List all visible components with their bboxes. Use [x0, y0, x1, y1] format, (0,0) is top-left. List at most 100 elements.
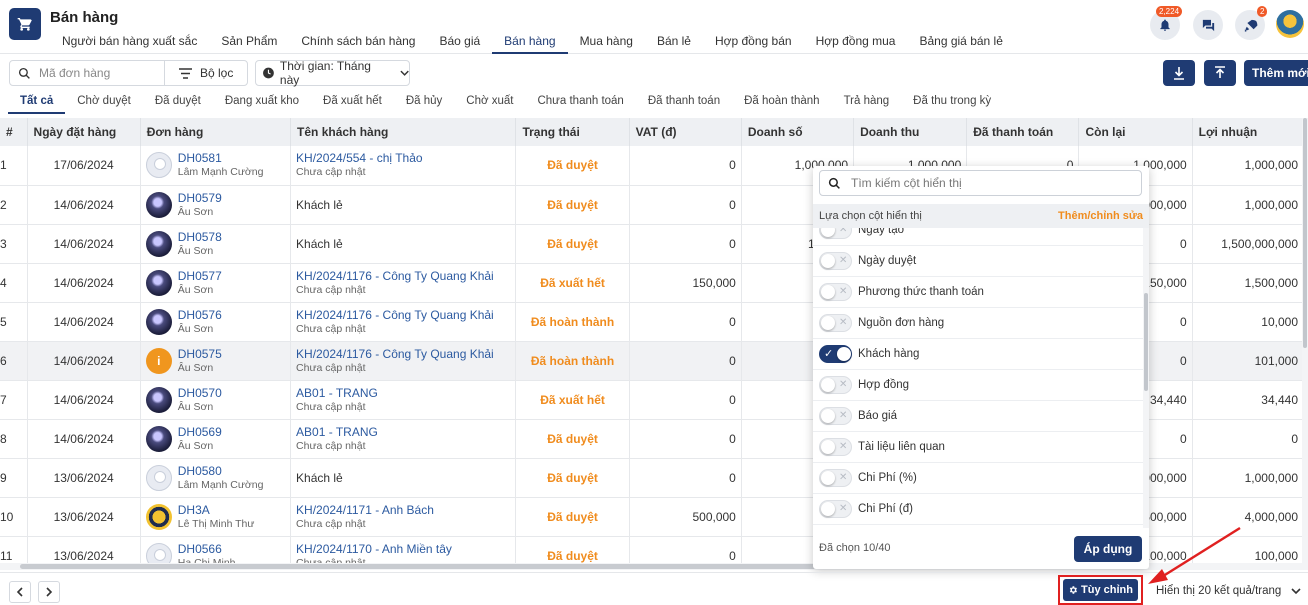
table-vertical-scrollbar[interactable] [1302, 118, 1308, 570]
row-index: 6 [0, 341, 28, 381]
download-button[interactable] [1163, 60, 1195, 86]
customer-name[interactable]: KH/2024/554 - chị Thảo [296, 151, 510, 165]
nav-item[interactable]: Hợp đồng bán [703, 30, 804, 54]
status-tab[interactable]: Đã hủy [394, 92, 454, 114]
column-header[interactable]: Trạng thái [515, 118, 630, 146]
avatar [145, 464, 172, 491]
status-tab[interactable]: Đã thanh toán [636, 92, 732, 114]
column-header[interactable]: Doanh thu [853, 118, 968, 146]
status-tab[interactable]: Đã thu trong kỳ [901, 92, 1003, 114]
column-toggle[interactable]: ✕ [819, 376, 852, 394]
order-code-link[interactable]: DH0579 [178, 191, 222, 205]
column-header[interactable]: # [0, 118, 28, 146]
column-option[interactable]: ✕ Ngày duyệt [813, 246, 1143, 277]
column-toggle[interactable]: ✕ [819, 314, 852, 332]
nav-item[interactable]: Hợp đồng mua [804, 30, 908, 54]
column-option[interactable]: ✕ Báo giá [813, 401, 1143, 432]
column-toggle[interactable]: ✕ [819, 407, 852, 425]
column-option[interactable]: ✕ Nguồn đơn hàng [813, 308, 1143, 339]
column-option[interactable]: ✕ Ngày tạo [813, 228, 1143, 246]
nav-item[interactable]: Người bán hàng xuất sắc [50, 30, 209, 54]
sales-app: Bán hàng Người bán hàng xuất sắc Sản Phẩm… [0, 0, 1308, 605]
next-page-button[interactable] [38, 581, 60, 603]
column-option[interactable]: ✕ Hợp đồng [813, 370, 1143, 401]
customer-name[interactable]: AB01 - TRANG [296, 386, 510, 400]
status-tab[interactable]: Chờ xuất [454, 92, 525, 114]
status-tab[interactable]: Đang xuất kho [213, 92, 311, 114]
column-toggle[interactable]: ✕ [819, 228, 852, 239]
order-code-link[interactable]: DH0570 [178, 386, 222, 400]
status-tab[interactable]: Chưa thanh toán [525, 92, 635, 114]
order-code-link[interactable]: DH0569 [178, 425, 222, 439]
status-tab[interactable]: Đã duyệt [143, 92, 213, 114]
column-search-input[interactable] [851, 176, 1121, 190]
status-tab[interactable]: Đã xuất hết [311, 92, 394, 114]
status-tab[interactable]: Đã hoàn thành [732, 92, 831, 114]
column-header[interactable]: Ngày đặt hàng [27, 118, 141, 146]
column-toggle[interactable]: ✓ [819, 345, 852, 363]
column-toggle[interactable]: ✕ [819, 252, 852, 270]
order-code-link[interactable]: DH0580 [178, 464, 264, 478]
status-badge: Đã duyệt [515, 497, 630, 537]
order-code-link[interactable]: DH0577 [178, 269, 222, 283]
column-option[interactable]: ✕ Phương thức thanh toán [813, 277, 1143, 308]
cart-icon[interactable] [9, 8, 41, 40]
upload-button[interactable] [1204, 60, 1236, 86]
apply-button[interactable]: Áp dụng [1074, 536, 1142, 562]
order-search[interactable] [9, 60, 165, 86]
column-list-scrollbar[interactable] [1143, 228, 1149, 528]
nav-item[interactable]: Sản Phẩm [209, 30, 289, 54]
column-option[interactable]: ✕ Tài liệu liên quan [813, 432, 1143, 463]
column-header[interactable]: VAT (đ) [629, 118, 742, 146]
column-option[interactable]: ✓ Khách hàng [813, 339, 1143, 370]
nav-item[interactable]: Chính sách bán hàng [289, 30, 427, 54]
chat-button[interactable] [1193, 10, 1223, 40]
column-toggle[interactable]: ✕ [819, 500, 852, 518]
column-header[interactable]: Đơn hàng [140, 118, 292, 146]
column-search[interactable] [819, 170, 1142, 196]
add-new-button[interactable]: Thêm mới [1244, 60, 1308, 86]
nav-item[interactable]: Bảng giá bán lẻ [907, 30, 1014, 54]
nav-item[interactable]: Mua hàng [568, 30, 645, 54]
column-header[interactable]: Còn lại [1078, 118, 1193, 146]
customer-subtitle: Chưa cập nhật [296, 322, 366, 335]
notification-button[interactable]: 2,224 [1150, 6, 1183, 40]
customer-name[interactable]: KH/2024/1170 - Anh Miền tây [296, 542, 510, 556]
status-tab[interactable]: Chờ duyệt [65, 92, 143, 114]
add-edit-columns-link[interactable]: Thêm/chỉnh sửa [1058, 210, 1143, 222]
column-toggle[interactable]: ✕ [819, 469, 852, 487]
customer-name[interactable]: KH/2024/1176 - Công Ty Quang Khải [296, 347, 510, 361]
order-code-link[interactable]: DH0566 [178, 542, 236, 556]
customer-name[interactable]: KH/2024/1176 - Công Ty Quang Khải [296, 269, 510, 283]
order-code-link[interactable]: DH3A [178, 503, 255, 517]
customer-name[interactable]: AB01 - TRANG [296, 425, 510, 439]
order-search-input[interactable] [39, 66, 149, 80]
order-code-link[interactable]: DH0581 [178, 151, 264, 165]
customer-cell: Khách lẻ [290, 185, 517, 225]
order-code-link[interactable]: DH0575 [178, 347, 222, 361]
status-tab[interactable]: Trả hàng [832, 92, 902, 114]
order-code-link[interactable]: DH0576 [178, 308, 222, 322]
column-toggle[interactable]: ✕ [819, 283, 852, 301]
filter-button[interactable]: Bộ lọc [164, 60, 248, 86]
user-avatar[interactable] [1276, 10, 1304, 38]
column-toggle[interactable]: ✕ [819, 438, 852, 456]
column-option[interactable]: ✕ Chi Phí (đ) [813, 494, 1143, 525]
nav-item[interactable]: Báo giá [427, 30, 492, 54]
time-filter-select[interactable]: Thời gian: Tháng này [255, 59, 410, 87]
column-header[interactable]: Lợi nhuận [1192, 118, 1305, 146]
customize-button[interactable]: Tùy chỉnh [1063, 579, 1138, 601]
row-index: 3 [0, 224, 28, 264]
order-code-link[interactable]: DH0578 [178, 230, 222, 244]
rocket-button[interactable]: 2 [1235, 6, 1268, 40]
nav-item[interactable]: Bán lẻ [645, 30, 703, 54]
customer-name[interactable]: KH/2024/1176 - Công Ty Quang Khải [296, 308, 510, 322]
column-header[interactable]: Đã thanh toán [966, 118, 1080, 146]
column-header[interactable]: Doanh số [741, 118, 855, 146]
column-header[interactable]: Tên khách hàng [290, 118, 517, 146]
column-option[interactable]: ✕ Chi Phí (%) [813, 463, 1143, 494]
prev-page-button[interactable] [9, 581, 31, 603]
status-tab[interactable]: Tất cả [8, 92, 66, 114]
nav-item[interactable]: Bán hàng [492, 30, 568, 54]
customer-name[interactable]: KH/2024/1171 - Anh Bách [296, 503, 510, 517]
